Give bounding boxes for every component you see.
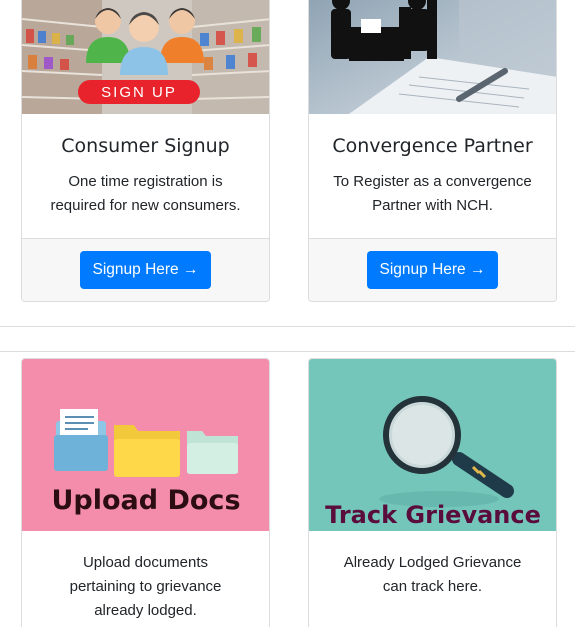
track-grievance-card[interactable]: Track Grievance Already Lodged Grievance… xyxy=(308,358,557,627)
consumer-signup-description: One time registration is required for ne… xyxy=(50,173,241,214)
consumer-signup-image: SIGN UP xyxy=(22,0,269,114)
upload-docs-image[interactable]: Upload Docs xyxy=(22,359,269,531)
track-grievance-description: Already Lodged Grievance can track here. xyxy=(343,554,522,595)
consumer-signup-title: Consumer Signup xyxy=(61,135,230,157)
convergence-partner-card: Convergence Partner To Register as a con… xyxy=(308,0,557,302)
convergence-partner-title: Convergence Partner xyxy=(332,135,533,157)
consumer-signup-footer: Signup Here → xyxy=(22,238,269,301)
consumer-signup-card: SIGN UP Consumer Signup One time registr… xyxy=(21,0,270,302)
section-divider xyxy=(0,351,575,352)
partner-signup-here-button[interactable]: Signup Here → xyxy=(366,251,499,289)
signup-here-button[interactable]: Signup Here → xyxy=(79,251,212,289)
convergence-partner-footer: Signup Here → xyxy=(309,238,556,301)
upload-docs-card[interactable]: Upload Docs Upload documents pertaining … xyxy=(21,358,270,627)
track-grievance-caption: Track Grievance xyxy=(325,501,541,529)
upload-docs-description: Upload documents pertaining to grievance… xyxy=(69,554,222,619)
convergence-partner-image xyxy=(309,0,556,114)
convergence-partner-description: To Register as a convergence Partner wit… xyxy=(333,173,532,214)
signup-banner-text: SIGN UP xyxy=(101,84,177,101)
upload-docs-caption: Upload Docs xyxy=(51,485,240,516)
track-grievance-image[interactable]: Track Grievance xyxy=(309,359,556,531)
section-divider xyxy=(0,326,575,327)
